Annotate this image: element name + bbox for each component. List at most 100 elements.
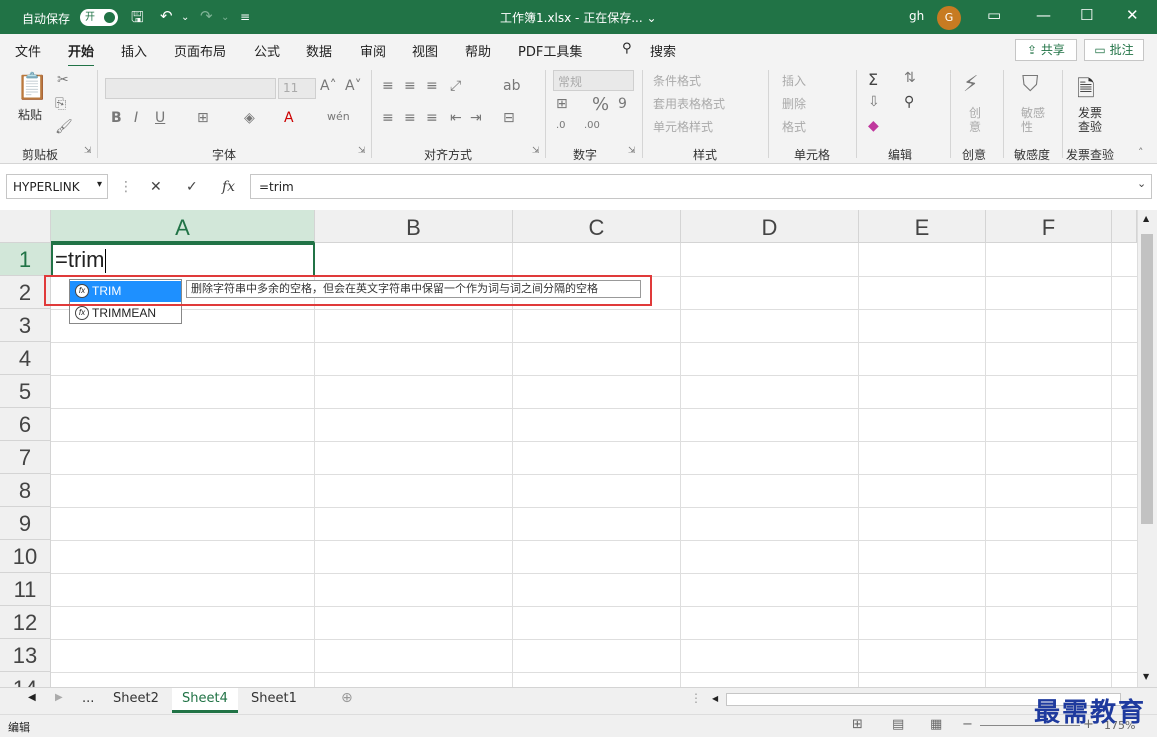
tab-file[interactable]: 文件 [15,41,41,60]
tab-data[interactable]: 数据 [306,41,332,60]
align-bottom-icon[interactable]: ≡ [426,78,438,94]
select-all-corner[interactable] [0,210,51,243]
align-top-icon[interactable]: ≡ [382,78,394,94]
align-left-icon[interactable]: ≡ [382,110,394,126]
tab-split-icon[interactable]: ⋮ [690,691,702,705]
save-icon[interactable]: 🖫 [131,7,144,32]
tab-home[interactable]: 开始 [68,41,95,68]
grow-font-icon[interactable]: A˄ [320,78,337,94]
row-header-1[interactable]: 1 [0,243,51,276]
sheet-tab-sheet2[interactable]: Sheet2 [103,688,169,713]
format-painter-icon[interactable]: 🖌 [55,119,73,135]
column-header-d[interactable]: D [681,210,859,243]
column-header-b[interactable]: B [315,210,513,243]
bold-icon[interactable]: B [111,110,122,126]
row-header-5[interactable]: 5 [0,375,51,408]
paste-label[interactable]: 粘贴 [18,106,42,123]
share-button[interactable]: ⇪ 共享 [1015,39,1077,61]
next-sheet-icon[interactable]: ▶ [55,692,63,703]
insert-function-icon[interactable]: fx [222,179,235,195]
find-select-icon[interactable]: ⚲ [904,94,914,110]
italic-icon[interactable]: I [134,110,138,126]
tab-formulas[interactable]: 公式 [254,41,280,60]
underline-icon[interactable]: U [155,110,165,126]
wrap-text-icon[interactable]: ab [503,78,520,94]
row-header-10[interactable]: 10 [0,540,51,573]
number-launcher-icon[interactable]: ⇲ [628,146,636,156]
ideas-icon[interactable]: ⚡ [963,72,978,97]
confirm-entry-icon[interactable]: ✓ [186,179,198,195]
sheet-tab-sheet4[interactable]: Sheet4 [172,688,238,713]
cancel-entry-icon[interactable]: ✕ [150,179,162,195]
undo-dropdown-icon[interactable]: ⌄ [181,12,189,23]
sensitivity-button-label[interactable]: 敏感 性 [1021,106,1045,134]
avatar[interactable]: G [937,6,961,30]
font-size-select[interactable]: 11 [278,78,316,99]
zoom-out-icon[interactable]: − [962,717,973,732]
align-middle-icon[interactable]: ≡ [404,78,416,94]
border-icon[interactable]: ⊞ [197,110,209,126]
sheet-tab-sheet1[interactable]: Sheet1 [241,688,307,713]
autosave-toggle[interactable]: 开 [80,9,118,26]
expand-formula-icon[interactable]: ⌄ [1137,177,1146,190]
comma-icon[interactable]: 9 [618,96,627,112]
autocomplete-item-trimmean[interactable]: fx TRIMMEAN [70,303,181,324]
vertical-scrollbar[interactable]: ▲ ▼ [1137,210,1157,687]
user-name[interactable]: gh [909,9,924,23]
shrink-font-icon[interactable]: A˅ [345,78,362,94]
alignment-launcher-icon[interactable]: ⇲ [532,146,540,156]
sensitivity-icon[interactable]: ⛉ [1022,72,1039,97]
row-header-14[interactable]: 14 [0,672,51,687]
tab-page-layout[interactable]: 页面布局 [174,41,226,60]
format-cells-button[interactable]: 格式 [782,118,806,135]
search-label[interactable]: 搜索 [650,41,676,60]
column-header-f[interactable]: F [986,210,1112,243]
ribbon-display-icon[interactable]: ▭ [987,6,1001,24]
font-color-icon[interactable]: A [284,110,294,126]
font-launcher-icon[interactable]: ⇲ [358,146,366,156]
name-box[interactable]: HYPERLINK ▾ [6,174,108,199]
formula-input[interactable]: =trim [250,174,1152,199]
tab-insert[interactable]: 插入 [121,41,147,60]
active-cell-a1[interactable]: =trim [51,243,315,277]
minimize-icon[interactable]: — [1036,6,1051,24]
page-layout-view-icon[interactable]: ▤ [892,717,904,732]
row-header-12[interactable]: 12 [0,606,51,639]
maximize-icon[interactable]: ☐ [1080,6,1093,24]
increase-decimal-icon[interactable]: .0 [556,120,566,131]
ideas-button-label[interactable]: 创 意 [969,106,981,134]
more-sheets[interactable]: ... [72,688,104,713]
row-header-13[interactable]: 13 [0,639,51,672]
fill-color-icon[interactable]: ◈ [244,110,255,126]
row-header-9[interactable]: 9 [0,507,51,540]
currency-icon[interactable]: ⊞ [556,96,568,112]
search-icon[interactable]: ⚲ [622,41,632,56]
row-header-11[interactable]: 11 [0,573,51,606]
cut-icon[interactable]: ✂ [57,72,69,88]
font-name-select[interactable] [105,78,276,99]
redo-dropdown-icon[interactable]: ⌄ [221,12,229,23]
page-break-view-icon[interactable]: ▦ [930,717,942,732]
document-title[interactable]: 工作簿1.xlsx - 正在保存... ⌄ [500,9,657,26]
tab-pdf-tools[interactable]: PDF工具集 [518,41,582,60]
orientation-icon[interactable]: ⤢ [450,78,461,94]
row-header-8[interactable]: 8 [0,474,51,507]
scroll-down-icon[interactable]: ▼ [1143,672,1149,681]
invoice-button-label[interactable]: 发票 查验 [1078,106,1102,134]
align-right-icon[interactable]: ≡ [426,110,438,126]
insert-cells-button[interactable]: 插入 [782,72,806,89]
row-header-6[interactable]: 6 [0,408,51,441]
copy-icon[interactable]: ⎘ [55,96,66,112]
align-center-icon[interactable]: ≡ [404,110,416,126]
collapse-ribbon-icon[interactable]: ˄ [1138,146,1144,159]
merge-center-icon[interactable]: ⊟ [503,110,515,126]
delete-cells-button[interactable]: 删除 [782,95,806,112]
column-header-a[interactable]: A [51,210,315,243]
row-header-4[interactable]: 4 [0,342,51,375]
tab-review[interactable]: 审阅 [360,41,386,60]
conditional-format-button[interactable]: 条件格式 [653,72,701,89]
column-header-g[interactable] [1112,210,1137,243]
cell-style-button[interactable]: 单元格样式 [653,118,713,135]
row-header-7[interactable]: 7 [0,441,51,474]
sort-filter-icon[interactable]: ⇅ [904,70,916,86]
